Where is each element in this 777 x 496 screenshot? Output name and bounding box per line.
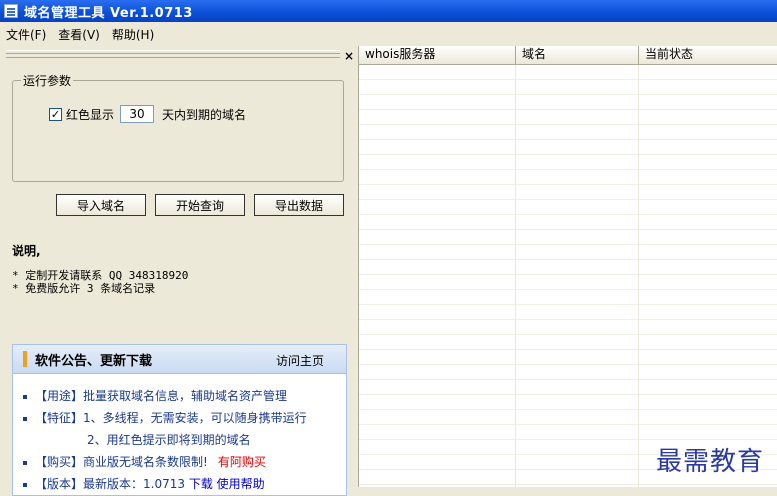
menu-file[interactable]: 文件(F) (0, 26, 52, 43)
grid-body[interactable] (359, 65, 777, 487)
description-line-limit: * 免费版允许 3 条域名记录 (12, 282, 156, 295)
bullet-icon (23, 482, 27, 487)
menu-bar: 文件(F) 查看(V) 帮助(H) (0, 24, 777, 44)
announcement-item: 【用途】批量获取域名信息，辅助域名资产管理 (23, 387, 287, 404)
start-query-button[interactable]: 开始查询 (155, 194, 245, 216)
column-divider (515, 65, 516, 487)
dock-grip[interactable]: × (6, 49, 354, 63)
column-header-whois[interactable]: whois服务器 (359, 46, 516, 64)
title-bar: 域名管理工具 Ver.1.0713 (0, 0, 777, 22)
params-group: 运行参数 ✓ 红色显示 天内到期的域名 (12, 72, 344, 182)
description-title: 说明, (12, 244, 41, 258)
app-icon (4, 4, 18, 18)
params-group-title: 运行参数 (21, 72, 74, 89)
announcement-header: 软件公告、更新下载 访问主页 (13, 345, 346, 374)
visit-homepage-link[interactable]: 访问主页 (276, 352, 324, 369)
column-header-status[interactable]: 当前状态 (639, 46, 777, 64)
days-suffix-label: 天内到期的域名 (162, 107, 247, 122)
help-link[interactable]: 使用帮助 (217, 477, 265, 491)
announcement-item: 【版本】最新版本：1.0713 下载 使用帮助 (23, 475, 265, 492)
left-panel: × 运行参数 ✓ 红色显示 天内到期的域名 导入域名 开始查询 导出数据 说明,… (0, 46, 356, 496)
announcement-item: 【购买】商业版无域名条数限制! 有阿购买 (23, 453, 266, 470)
bullet-icon (23, 394, 27, 399)
red-display-checkbox[interactable]: ✓ (49, 107, 62, 121)
buy-link[interactable]: 有阿购买 (218, 455, 266, 469)
import-domains-button[interactable]: 导入域名 (56, 194, 146, 216)
announcement-item: 2、用红色提示即将到期的域名 (87, 433, 251, 447)
close-icon[interactable]: × (344, 49, 354, 63)
bullet-icon (23, 460, 27, 465)
grid-header: whois服务器 域名 当前状态 (359, 46, 777, 65)
column-divider (638, 65, 639, 487)
download-link[interactable]: 下载 (189, 477, 213, 491)
window-title: 域名管理工具 Ver.1.0713 (24, 5, 193, 21)
announcement-accent (23, 351, 27, 367)
announcement-panel: 软件公告、更新下载 访问主页 【用途】批量获取域名信息，辅助域名资产管理 【特征… (12, 344, 347, 496)
bullet-icon (23, 416, 27, 421)
description-line-contact: * 定制开发请联系 QQ 348318920 (12, 269, 189, 282)
column-header-domain[interactable]: 域名 (516, 46, 639, 64)
export-data-button[interactable]: 导出数据 (254, 194, 344, 216)
menu-view[interactable]: 查看(V) (52, 26, 106, 43)
announcement-title: 软件公告、更新下载 (35, 353, 153, 369)
announcement-item: 【特征】1、多线程，无需安装，可以随身携带运行 (23, 409, 307, 426)
red-display-label: 红色显示 (66, 107, 115, 122)
days-input[interactable] (120, 105, 155, 123)
results-grid[interactable]: whois服务器 域名 当前状态 (358, 46, 777, 487)
menu-help[interactable]: 帮助(H) (106, 26, 160, 43)
red-display-row: ✓ 红色显示 天内到期的域名 (49, 105, 246, 123)
watermark: 最需教育 (656, 447, 765, 477)
